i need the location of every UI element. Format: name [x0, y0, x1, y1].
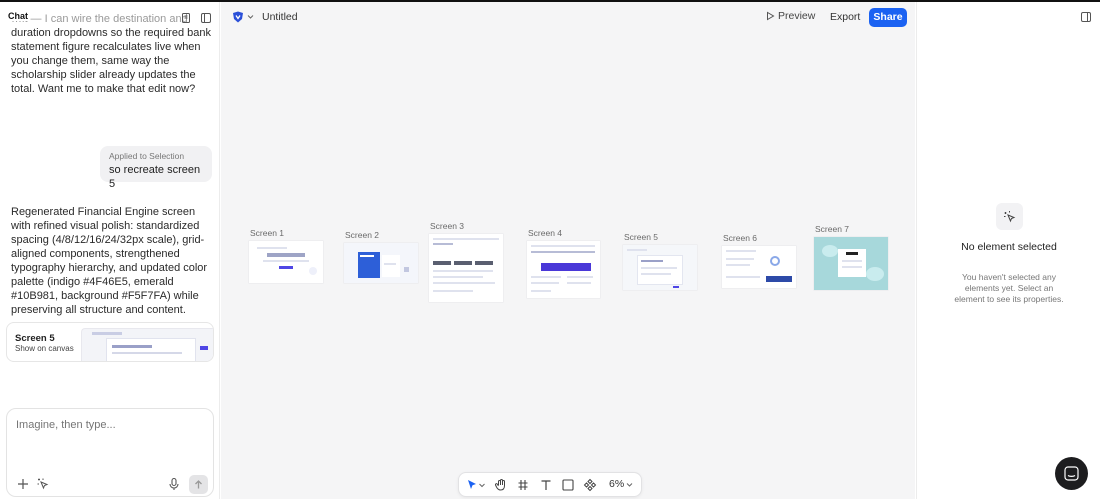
sparkle-cursor-icon[interactable] — [36, 477, 50, 491]
screen-3-label[interactable]: Screen 3 — [430, 221, 464, 231]
zoom-level: 6% — [609, 478, 625, 490]
screen-1-frame[interactable] — [249, 241, 323, 283]
history-icon[interactable] — [180, 12, 192, 24]
rectangle-tool-icon[interactable] — [561, 478, 575, 492]
zoom-chevron-icon — [626, 482, 633, 487]
frame-tool-icon[interactable] — [516, 478, 530, 492]
user-message: Applied to Selection so recreate screen … — [100, 146, 212, 190]
assistant-message-text: duration dropdowns so the required bank … — [11, 27, 211, 95]
text-tool-icon[interactable] — [539, 478, 553, 492]
send-button[interactable] — [189, 475, 208, 494]
chat-input-box — [6, 408, 214, 497]
screen-2-label[interactable]: Screen 2 — [345, 230, 379, 240]
microphone-icon[interactable] — [167, 477, 181, 491]
app-logo-icon[interactable] — [231, 10, 245, 24]
show-on-canvas-link[interactable]: Show on canvas — [15, 344, 74, 353]
screen-7-frame[interactable] — [814, 237, 888, 290]
bottom-toolbar: 6% — [458, 472, 642, 497]
properties-panel: No element selected You haven't selected… — [916, 2, 1100, 499]
assistant-message: …it — I can wire the destination and dur… — [11, 12, 211, 96]
top-toolbar: Untitled Preview Export Share — [221, 2, 915, 32]
share-button[interactable]: Share — [869, 8, 907, 27]
chat-input[interactable] — [16, 419, 206, 431]
sidebar-toggle-icon[interactable] — [200, 12, 212, 24]
chevron-down-icon[interactable] — [247, 13, 254, 20]
selection-cursor-icon — [996, 203, 1023, 230]
components-tool-icon[interactable] — [583, 478, 597, 492]
assistant-message-faded: …it — I can wire the destination and — [11, 13, 188, 25]
screen-5-label[interactable]: Screen 5 — [624, 232, 658, 242]
screen-4-frame[interactable] — [527, 241, 600, 298]
user-message-context: Applied to Selection — [109, 151, 185, 161]
plus-icon[interactable] — [16, 477, 30, 491]
hand-tool-icon[interactable] — [494, 478, 508, 492]
empty-state-subtitle: You haven't selected any elements yet. S… — [954, 272, 1064, 304]
play-icon — [767, 11, 775, 21]
screen-7-label[interactable]: Screen 7 — [815, 224, 849, 234]
export-button[interactable]: Export — [830, 11, 860, 23]
screen-6-label[interactable]: Screen 6 — [723, 233, 757, 243]
screen-1-label[interactable]: Screen 1 — [250, 228, 284, 238]
screen-5-frame[interactable] — [623, 245, 697, 290]
design-canvas[interactable]: Untitled Preview Export Share Screen 1 S… — [221, 2, 915, 499]
empty-state-title: No element selected — [961, 241, 1057, 253]
zoom-control[interactable]: 6% — [609, 478, 633, 490]
select-tool-icon[interactable] — [465, 478, 479, 492]
user-message-text: so recreate screen 5 — [109, 164, 201, 190]
preview-label: Preview — [778, 10, 816, 22]
screen-5-card[interactable]: Screen 5 Show on canvas — [6, 322, 214, 362]
panel-toggle-icon[interactable] — [1080, 11, 1092, 23]
tool-options-chevron-icon[interactable] — [478, 478, 486, 492]
preview-button[interactable]: Preview — [766, 10, 815, 22]
screen-3-frame[interactable] — [429, 234, 503, 302]
chat-panel: Chat …it — I can wire the destination an… — [0, 2, 220, 499]
document-title[interactable]: Untitled — [262, 11, 298, 23]
screen-2-frame[interactable] — [344, 243, 418, 283]
chat-title: Chat — [8, 11, 30, 21]
screen-6-frame[interactable] — [722, 246, 796, 288]
assistant-message-2: Regenerated Financial Engine screen with… — [11, 206, 208, 316]
card-title: Screen 5 — [15, 333, 55, 344]
screen-4-label[interactable]: Screen 4 — [528, 228, 562, 238]
screen-5-thumbnail — [81, 328, 213, 361]
chat-support-button[interactable] — [1055, 457, 1088, 490]
